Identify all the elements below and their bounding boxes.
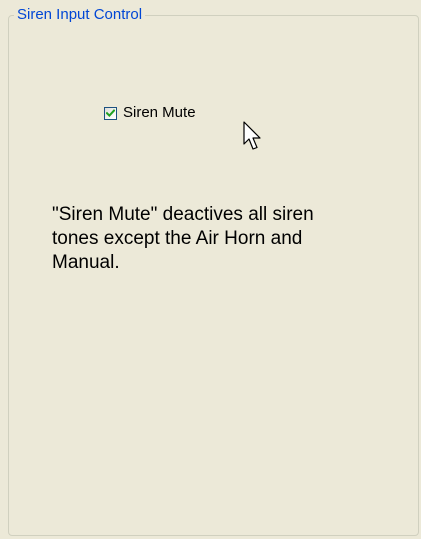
siren-mute-label[interactable]: Siren Mute	[123, 104, 196, 122]
siren-mute-checkbox-row[interactable]: Siren Mute	[104, 104, 196, 122]
mouse-pointer-icon	[243, 121, 265, 156]
group-title: Siren Input Control	[14, 6, 146, 24]
siren-mute-description: "Siren Mute" deactives all siren tones e…	[52, 204, 314, 273]
siren-input-control-group	[8, 15, 419, 536]
checkmark-icon	[106, 108, 115, 117]
siren-mute-checkbox[interactable]	[104, 106, 117, 120]
siren-input-panel: Siren Input Control Siren Mute "Siren Mu…	[0, 0, 421, 539]
